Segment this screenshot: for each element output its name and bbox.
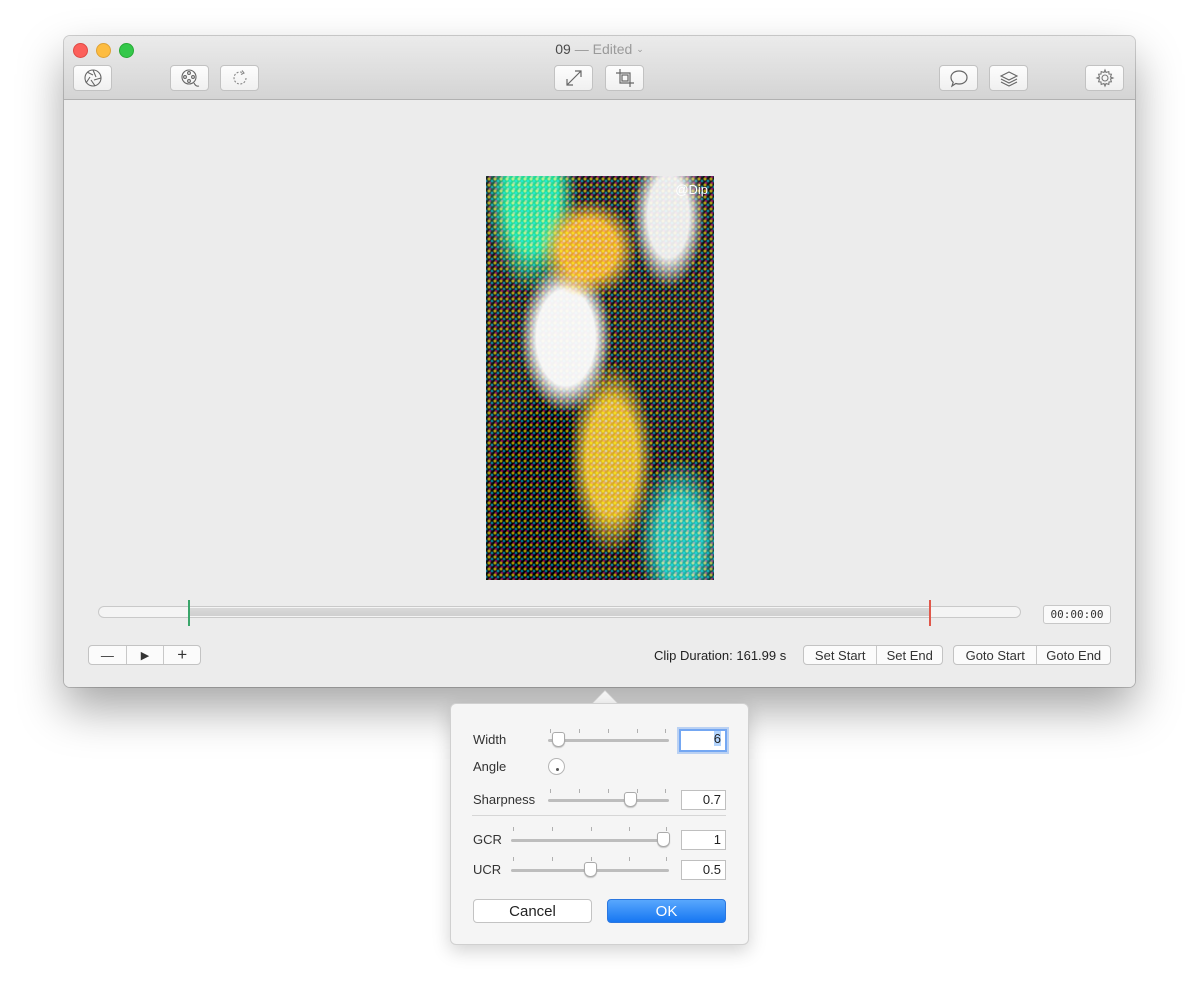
playback-controls: — ▶ + [88, 645, 201, 665]
slider-tick [665, 789, 666, 793]
slider-tick [665, 729, 666, 733]
layers-button[interactable] [989, 65, 1028, 91]
slider-tick [637, 789, 638, 793]
title-separator: — [574, 41, 589, 57]
sharpness-label: Sharpness [473, 792, 536, 807]
layers-icon [999, 71, 1018, 87]
slider-tick [579, 729, 580, 733]
end-marker[interactable] [929, 600, 931, 626]
slider-tick [608, 789, 609, 793]
cancel-button[interactable]: Cancel [473, 899, 592, 923]
ucr-label: UCR [473, 862, 502, 877]
ucr-field[interactable]: 0.5 [681, 860, 726, 880]
sharpness-slider-track[interactable] [548, 799, 669, 802]
speech-bubble-icon [949, 70, 968, 88]
angle-label: Angle [473, 759, 507, 774]
sharpness-field[interactable]: 0.7 [681, 790, 726, 810]
popover-divider [472, 815, 726, 816]
title-bar: 09 — Edited ⌄ [64, 36, 1135, 100]
slider-tick [591, 857, 592, 861]
refresh-icon [233, 70, 247, 85]
preview-watermark: @Dip [675, 182, 708, 197]
resize-icon [565, 70, 582, 86]
slider-tick [666, 857, 667, 861]
set-end-button[interactable]: Set End [876, 646, 942, 664]
goto-controls: Goto Start Goto End [953, 645, 1111, 665]
chevron-down-icon: ⌄ [636, 44, 644, 54]
set-start-button[interactable]: Set Start [804, 646, 876, 664]
window-title[interactable]: 09 — Edited ⌄ [64, 41, 1135, 57]
timecode-display: 00:00:00 [1043, 605, 1111, 624]
slider-tick [513, 857, 514, 861]
timeline-selection [190, 608, 930, 616]
slider-tick [579, 789, 580, 793]
start-marker[interactable] [188, 600, 190, 626]
gear-icon [1095, 68, 1114, 88]
width-label: Width [473, 732, 507, 747]
settings-button[interactable] [1085, 65, 1124, 91]
width-slider-track[interactable] [548, 739, 669, 742]
play-button[interactable]: ▶ [125, 646, 164, 664]
gcr-label: GCR [473, 832, 502, 847]
sharpness-slider-knob[interactable] [624, 792, 637, 807]
gcr-field[interactable]: 1 [681, 830, 726, 850]
aperture-button[interactable] [73, 65, 112, 91]
width-field[interactable]: 6 [679, 729, 727, 752]
slider-tick [552, 827, 553, 831]
angle-dial[interactable] [548, 758, 565, 775]
slider-tick [550, 789, 551, 793]
slider-tick [513, 827, 514, 831]
gcr-slider-track[interactable] [511, 839, 669, 842]
ucr-slider-knob[interactable] [584, 862, 597, 877]
app-window: 09 — Edited ⌄ @Dip 00:00:00 — ▶ + Clip D… [64, 36, 1135, 687]
set-range-controls: Set Start Set End [803, 645, 943, 665]
refresh-button[interactable] [220, 65, 259, 91]
film-reel-button[interactable] [170, 65, 209, 91]
resize-button[interactable] [554, 65, 593, 91]
slider-tick [629, 857, 630, 861]
goto-start-button[interactable]: Goto Start [954, 646, 1036, 664]
zoom-in-button[interactable]: + [163, 646, 200, 664]
slider-tick [637, 729, 638, 733]
crop-button[interactable] [605, 65, 644, 91]
width-slider-knob[interactable] [552, 732, 565, 747]
aperture-icon [83, 69, 102, 87]
slider-tick [591, 827, 592, 831]
video-preview[interactable]: @Dip [486, 176, 714, 580]
slider-tick [666, 827, 667, 831]
width-value: 6 [713, 731, 721, 746]
slider-tick [552, 857, 553, 861]
goto-end-button[interactable]: Goto End [1036, 646, 1110, 664]
ok-button[interactable]: OK [607, 899, 726, 923]
document-name: 09 [555, 41, 571, 57]
comment-button[interactable] [939, 65, 978, 91]
slider-tick [608, 729, 609, 733]
clip-duration: Clip Duration: 161.99 s [654, 648, 787, 663]
editor-content: @Dip 00:00:00 — ▶ + Clip Duration: 161.9… [64, 100, 1135, 687]
slider-tick [629, 827, 630, 831]
slider-tick [550, 729, 551, 733]
gcr-slider-knob[interactable] [657, 832, 670, 847]
edited-status: Edited [592, 41, 633, 57]
crop-icon [615, 69, 634, 87]
film-reel-icon [180, 69, 199, 87]
zoom-out-button[interactable]: — [89, 646, 126, 664]
